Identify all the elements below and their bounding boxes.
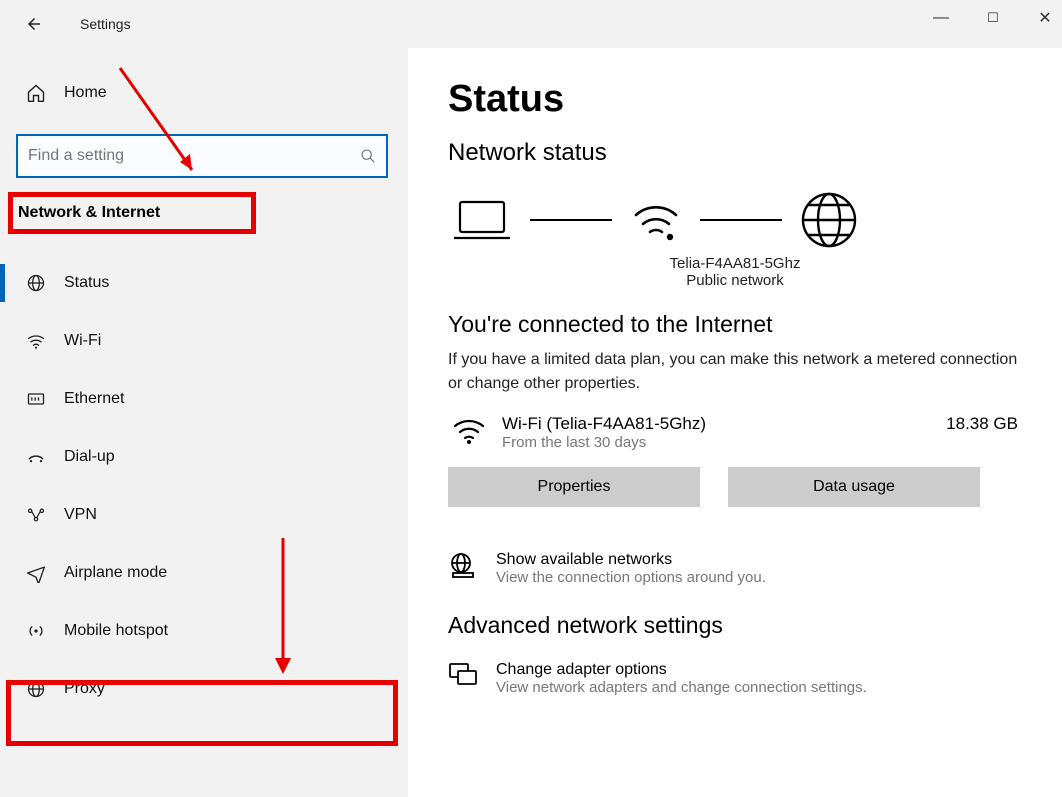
advanced-heading: Advanced network settings: [448, 612, 1022, 639]
properties-button[interactable]: Properties: [448, 467, 700, 507]
globe-icon: [800, 191, 858, 249]
home-icon: [22, 83, 50, 103]
network-diagram: [452, 191, 1022, 249]
connection-usage: 18.38 GB: [946, 414, 1018, 434]
page-title: Status: [448, 78, 1022, 121]
show-networks-title: Show available networks: [496, 551, 766, 569]
show-networks-sub: View the connection options around you.: [496, 569, 766, 586]
sidebar-item-label: Status: [64, 274, 109, 292]
adapter-title: Change adapter options: [496, 661, 867, 679]
close-button[interactable]: ✕: [1032, 8, 1058, 28]
content-pane: Status Network status Telia-F4AA81-5Ghz …: [408, 48, 1062, 797]
show-networks-link[interactable]: Show available networks View the connect…: [448, 551, 1022, 586]
sidebar-item-label: Wi-Fi: [64, 332, 101, 350]
vpn-icon: [22, 506, 50, 524]
diagram-ssid: Telia-F4AA81-5Ghz: [448, 255, 1022, 272]
connection-name: Wi-Fi (Telia-F4AA81-5Ghz): [502, 414, 930, 434]
hotspot-icon: [22, 621, 50, 641]
back-arrow-icon: [25, 15, 43, 33]
connection-period: From the last 30 days: [502, 434, 930, 451]
wifi-icon: [452, 414, 486, 446]
diagram-network-type: Public network: [448, 272, 1022, 289]
data-usage-button[interactable]: Data usage: [728, 467, 980, 507]
wifi-icon: [630, 195, 682, 245]
connection-summary: Wi-Fi (Telia-F4AA81-5Ghz) From the last …: [452, 414, 1022, 451]
adapter-icon: [448, 661, 478, 687]
sidebar-item-dialup[interactable]: Dial-up: [14, 430, 394, 484]
window-controls: — ☐ ✕: [928, 8, 1058, 28]
sidebar-item-status[interactable]: Status: [14, 256, 394, 310]
connected-heading: You're connected to the Internet: [448, 311, 1022, 338]
minimize-button[interactable]: —: [928, 9, 954, 27]
adapter-options-link[interactable]: Change adapter options View network adap…: [448, 661, 1022, 696]
globe-icon: [22, 273, 50, 293]
sidebar-home[interactable]: Home: [14, 66, 394, 120]
airplane-icon: [22, 563, 50, 583]
dialup-icon: [22, 448, 50, 466]
globe-icon: [22, 679, 50, 699]
sidebar-item-ethernet[interactable]: Ethernet: [14, 372, 394, 426]
sidebar-section-header: Network & Internet: [14, 196, 394, 230]
back-button[interactable]: [18, 8, 50, 40]
sidebar-item-hotspot[interactable]: Mobile hotspot: [14, 604, 394, 658]
globe-monitor-icon: [448, 551, 478, 581]
title-bar: Settings — ☐ ✕: [0, 0, 1062, 48]
ethernet-icon: [22, 389, 50, 409]
search-input[interactable]: [28, 147, 360, 165]
sidebar-item-label: Proxy: [64, 680, 105, 698]
sidebar-home-label: Home: [64, 84, 107, 102]
sidebar-item-vpn[interactable]: VPN: [14, 488, 394, 542]
wifi-icon: [22, 331, 50, 351]
sidebar-item-label: Ethernet: [64, 390, 124, 408]
sidebar-item-label: Dial-up: [64, 448, 115, 466]
sidebar-item-airplane[interactable]: Airplane mode: [14, 546, 394, 600]
window-title: Settings: [80, 16, 131, 32]
page-subtitle: Network status: [448, 139, 1022, 167]
search-icon: [360, 148, 376, 164]
diagram-caption: Telia-F4AA81-5Ghz Public network: [448, 255, 1022, 289]
maximize-button[interactable]: ☐: [980, 10, 1006, 26]
sidebar-item-label: Mobile hotspot: [64, 622, 168, 640]
laptop-icon: [452, 196, 512, 244]
sidebar-item-wifi[interactable]: Wi-Fi: [14, 314, 394, 368]
sidebar-item-proxy[interactable]: Proxy: [14, 662, 394, 716]
sidebar-item-label: Airplane mode: [64, 564, 167, 582]
adapter-sub: View network adapters and change connect…: [496, 679, 867, 696]
search-box[interactable]: [16, 134, 388, 178]
sidebar: Home Network & Internet Status Wi-Fi: [0, 48, 408, 797]
sidebar-item-label: VPN: [64, 506, 97, 524]
connected-body: If you have a limited data plan, you can…: [448, 348, 1022, 396]
